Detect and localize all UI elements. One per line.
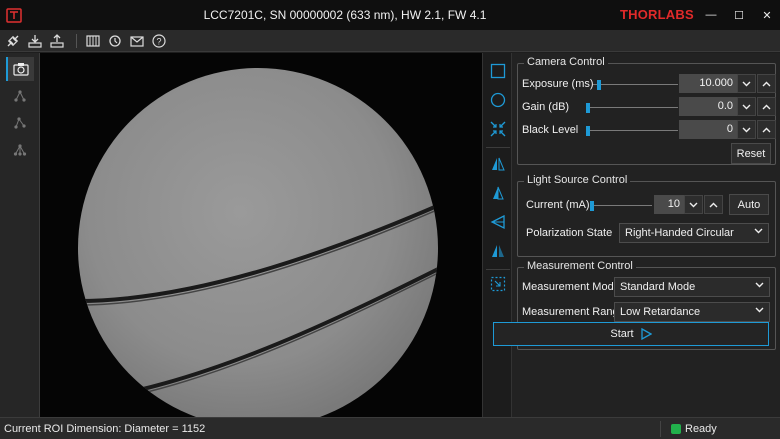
polarization-selected: Right-Handed Circular	[625, 227, 734, 239]
split-icon[interactable]	[487, 240, 509, 262]
black-level-slider[interactable]	[586, 125, 678, 137]
node-alt-tab[interactable]	[6, 111, 34, 135]
black-level-increase-button[interactable]	[757, 120, 776, 139]
roi-toolbar	[482, 53, 512, 417]
roi-separator	[486, 147, 510, 148]
illuminated-field	[78, 68, 438, 417]
flip-horizontal-icon[interactable]	[487, 153, 509, 175]
grid-icon[interactable]	[84, 32, 102, 50]
svg-text:?: ?	[156, 37, 161, 47]
start-button[interactable]: Start	[493, 322, 769, 346]
current-label: Current (mA)	[526, 199, 590, 211]
rectangle-roi-icon[interactable]	[487, 60, 509, 82]
measurement-mode-selected: Standard Mode	[620, 281, 696, 293]
title-bar: LCC7201C, SN 00000002 (633 nm), HW 2.1, …	[0, 0, 780, 30]
gain-decrease-button[interactable]	[737, 97, 756, 116]
camera-icon	[13, 63, 29, 76]
light-source-control-group: Light Source Control Current (mA) 10 Aut…	[517, 174, 776, 257]
chevron-down-icon	[755, 282, 764, 288]
connect-icon[interactable]	[4, 32, 22, 50]
thorlabs-logo: THORLABS	[620, 7, 694, 22]
chevron-up-icon	[762, 104, 771, 109]
node-tab[interactable]	[6, 84, 34, 108]
ready-indicator	[671, 424, 681, 434]
chevron-down-icon	[755, 307, 764, 313]
node-group-tab[interactable]	[6, 138, 34, 162]
auto-button[interactable]: Auto	[729, 194, 769, 215]
camera-image-view[interactable]	[40, 53, 482, 417]
measurement-control-title: Measurement Control	[524, 260, 636, 272]
reset-button[interactable]: Reset	[731, 143, 771, 164]
gain-increase-button[interactable]	[757, 97, 776, 116]
exposure-increase-button[interactable]	[757, 74, 776, 93]
control-panel: Camera Control Exposure (ms) 10.000 Gain…	[512, 53, 780, 417]
measurement-range-selected: Low Retardance	[620, 306, 701, 318]
black-level-decrease-button[interactable]	[737, 120, 756, 139]
exposure-slider[interactable]	[593, 79, 678, 91]
toolbar-separator	[76, 34, 77, 48]
chevron-up-icon	[762, 127, 771, 132]
roi-separator	[486, 269, 510, 270]
current-increase-button[interactable]	[704, 195, 723, 214]
close-button[interactable]: ✕	[752, 0, 780, 30]
camera-control-title: Camera Control	[524, 56, 608, 68]
start-label: Start	[610, 328, 634, 340]
mail-icon[interactable]	[128, 32, 146, 50]
mirror-icon[interactable]	[487, 211, 509, 233]
collapse-roi-icon[interactable]	[487, 118, 509, 140]
current-decrease-button[interactable]	[684, 195, 703, 214]
ready-status: Ready	[685, 423, 717, 435]
polarization-label: Polarization State	[526, 227, 613, 239]
camera-view-tab[interactable]	[6, 57, 34, 81]
maximize-button[interactable]: ☐	[724, 0, 754, 30]
chevron-down-icon	[754, 228, 763, 234]
polarization-select[interactable]: Right-Handed Circular	[619, 223, 769, 243]
measurement-mode-select[interactable]: Standard Mode	[614, 277, 770, 297]
toolbar: ?	[0, 30, 780, 52]
node-group-icon	[13, 144, 27, 156]
current-value[interactable]: 10	[654, 195, 684, 214]
flip-vertical-icon[interactable]	[487, 182, 509, 204]
current-slider[interactable]	[590, 200, 652, 212]
node-icon	[14, 90, 26, 102]
gain-slider[interactable]	[586, 102, 678, 114]
play-icon	[640, 328, 652, 340]
chevron-down-icon	[689, 202, 698, 207]
chevron-up-icon	[709, 202, 718, 207]
left-dock	[0, 53, 40, 417]
gain-value[interactable]: 0.0	[679, 97, 737, 116]
camera-control-group: Camera Control Exposure (ms) 10.000 Gain…	[517, 56, 776, 165]
measurement-range-select[interactable]: Low Retardance	[614, 302, 770, 322]
black-level-label: Black Level	[522, 124, 579, 136]
select-roi-icon[interactable]	[487, 273, 509, 295]
node-alt-icon	[14, 117, 26, 129]
black-level-value[interactable]: 0	[679, 120, 737, 139]
circle-roi-icon[interactable]	[487, 89, 509, 111]
minimize-button[interactable]: —	[696, 0, 726, 30]
status-bar: Current ROI Dimension: Diameter = 1152 R…	[0, 417, 780, 439]
export-icon[interactable]	[48, 32, 66, 50]
chevron-down-icon	[742, 104, 751, 109]
exposure-value[interactable]: 10.000	[679, 74, 737, 93]
help-icon[interactable]: ?	[150, 32, 168, 50]
status-separator	[660, 421, 661, 437]
light-source-control-title: Light Source Control	[524, 174, 631, 186]
chevron-down-icon	[742, 127, 751, 132]
measurement-mode-label: Measurement Mode	[522, 281, 620, 293]
chevron-up-icon	[762, 81, 771, 86]
refresh-icon[interactable]	[106, 32, 124, 50]
exposure-decrease-button[interactable]	[737, 74, 756, 93]
camera-image	[78, 68, 438, 417]
roi-dimension-status: Current ROI Dimension: Diameter = 1152	[4, 423, 206, 435]
save-icon[interactable]	[26, 32, 44, 50]
measurement-range-label: Measurement Range	[522, 306, 625, 318]
window-title: LCC7201C, SN 00000002 (633 nm), HW 2.1, …	[203, 8, 487, 22]
exposure-label: Exposure (ms)	[522, 78, 594, 90]
gain-label: Gain (dB)	[522, 101, 570, 113]
chevron-down-icon	[742, 81, 751, 86]
